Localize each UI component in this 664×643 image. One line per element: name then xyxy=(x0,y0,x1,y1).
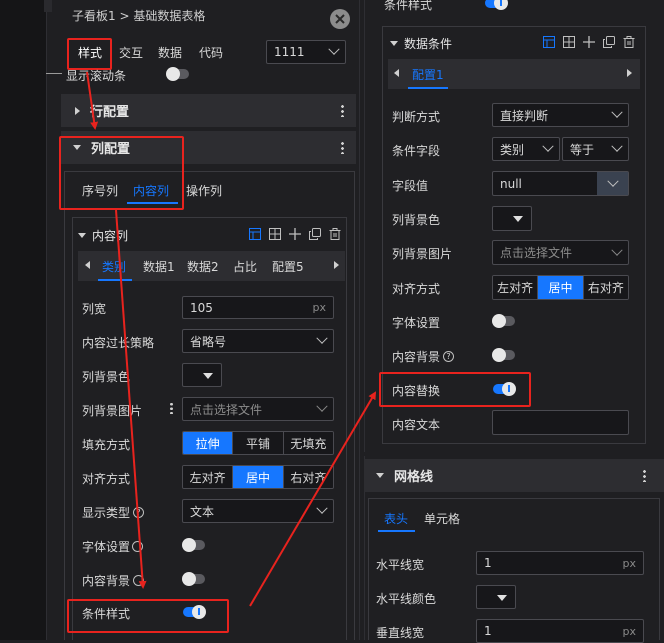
arrow-colconfig-to-condstyle xyxy=(115,209,147,589)
arrow-style-to-colconfig xyxy=(86,71,99,130)
arrow-condstyle-to-replace xyxy=(249,391,377,607)
annotation-arrows xyxy=(86,71,377,607)
